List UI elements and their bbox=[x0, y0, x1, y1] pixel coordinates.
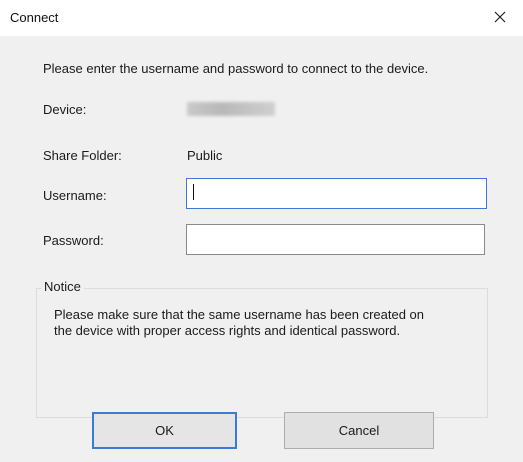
cancel-button[interactable]: Cancel bbox=[284, 412, 434, 449]
share-folder-label: Share Folder: bbox=[43, 148, 122, 163]
connect-dialog: Connect Please enter the username and pa… bbox=[0, 0, 523, 462]
close-icon bbox=[494, 11, 506, 23]
password-label: Password: bbox=[43, 233, 104, 248]
password-input[interactable] bbox=[186, 224, 485, 255]
window-title: Connect bbox=[10, 10, 59, 25]
device-value-redacted bbox=[187, 102, 275, 116]
intro-text: Please enter the username and password t… bbox=[43, 61, 429, 76]
username-input[interactable] bbox=[186, 178, 487, 209]
text-caret bbox=[193, 184, 194, 200]
notice-legend: Notice bbox=[41, 279, 84, 294]
share-folder-value: Public bbox=[187, 148, 223, 163]
notice-text: Please make sure that the same username … bbox=[54, 307, 424, 338]
close-button[interactable] bbox=[485, 4, 515, 30]
ok-button[interactable]: OK bbox=[92, 412, 237, 449]
device-label: Device: bbox=[43, 102, 87, 117]
username-label: Username: bbox=[43, 188, 107, 203]
dialog-body: Please enter the username and password t… bbox=[0, 36, 523, 462]
title-bar: Connect bbox=[0, 0, 523, 36]
